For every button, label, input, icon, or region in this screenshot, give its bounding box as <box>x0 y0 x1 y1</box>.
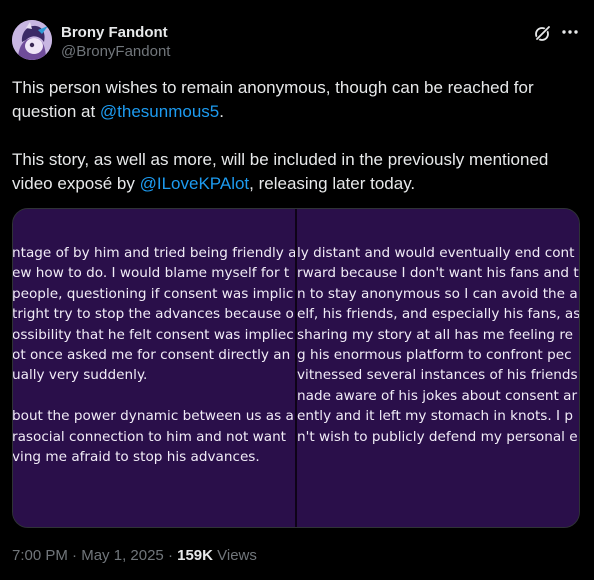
media-line: ew how to do. I would blame myself for t <box>13 265 290 282</box>
media-text-left: ntage of by him and tried being friendly… <box>13 243 295 467</box>
media-line: tright try to stop the advances because … <box>13 306 294 323</box>
paragraph-2: This story, as well as more, will be inc… <box>12 150 549 193</box>
media-line: ving me afraid to stop his advances. <box>13 448 260 465</box>
media-line: ntage of by him and tried being friendly… <box>13 245 295 261</box>
media-line: ot once asked me for consent directly an <box>13 346 291 363</box>
media-line: people, questioning if consent was impli… <box>13 285 294 302</box>
avatar[interactable] <box>12 20 52 60</box>
media-line: elf, his friends, and especially his fan… <box>297 306 579 323</box>
author-name[interactable]: Brony Fandont <box>61 24 168 41</box>
media-page-left[interactable]: ntage of by him and tried being friendly… <box>13 209 295 527</box>
media-line: ently and it left my stomach in knots. I… <box>297 408 573 425</box>
media-line: sharing my story at all has me feeling r… <box>297 326 573 343</box>
media-line: ually very suddenly. <box>13 367 148 384</box>
mention-link[interactable]: @ILoveKPAlot <box>140 174 250 193</box>
media-line: bout the power dynamic between us as a <box>13 408 294 425</box>
more-icon[interactable] <box>560 22 580 42</box>
media-line: ossibility that he felt consent was impl… <box>13 326 294 343</box>
tweet-text: This person wishes to remain anonymous, … <box>12 76 582 196</box>
media-line: n to stay anonymous so I can avoid the a <box>297 285 578 302</box>
media-page-right[interactable]: ly distant and would eventually end cont… <box>297 209 579 527</box>
media-text-right: ly distant and would eventually end cont… <box>297 243 579 447</box>
tweet: Brony Fandont @BronyFandont This person … <box>0 0 594 580</box>
views-label: Views <box>212 547 257 564</box>
media-line: g his enormous platform to confront pec <box>297 346 572 363</box>
post-date[interactable]: May 1, 2025 <box>81 547 164 564</box>
paragraph-1: This person wishes to remain anonymous, … <box>12 78 534 121</box>
author-handle[interactable]: @BronyFandont <box>61 43 170 60</box>
media-line: nade aware of his jokes about consent ar <box>297 387 578 404</box>
media-image[interactable]: ntage of by him and tried being friendly… <box>12 208 580 528</box>
media-line: rward because I don't want his fans and … <box>297 265 579 282</box>
grok-icon[interactable] <box>533 23 553 43</box>
views-count: 159K <box>177 547 213 564</box>
media-line: vitnessed several instances of his frien… <box>297 367 578 384</box>
media-line: ly distant and would eventually end cont <box>297 245 575 261</box>
media-line: rasocial connection to him and not want <box>13 428 287 445</box>
mention-link[interactable]: @thesunmous5 <box>100 102 219 121</box>
post-time[interactable]: 7:00 PM <box>12 547 68 564</box>
tweet-meta: 7:00 PM · May 1, 2025 · 159K Views <box>12 547 257 564</box>
media-line-gap <box>13 386 295 406</box>
media-line: n't wish to publicly defend my personal … <box>297 428 578 445</box>
